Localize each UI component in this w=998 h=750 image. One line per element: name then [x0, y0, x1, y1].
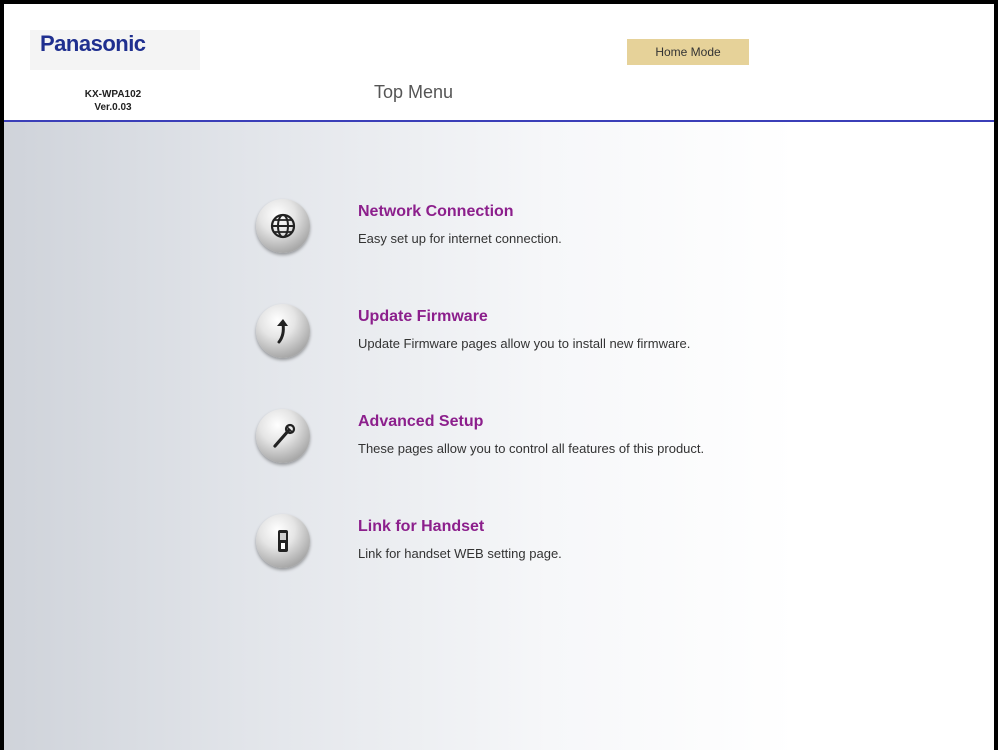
- link-for-handset-description: Link for handset WEB setting page.: [358, 546, 562, 561]
- update-firmware-description: Update Firmware pages allow you to insta…: [358, 336, 691, 351]
- header: Panasonic KX-WPA102 Ver.0.03 Home Mode T…: [4, 4, 994, 122]
- panasonic-logo: Panasonic: [30, 30, 200, 70]
- advanced-setup-description: These pages allow you to control all fea…: [358, 441, 705, 456]
- menu-item-advanced-setup[interactable]: Advanced Setup These pages allow you to …: [244, 409, 964, 479]
- model-info: KX-WPA102 Ver.0.03: [48, 88, 178, 114]
- network-connection-description: Easy set up for internet connection.: [358, 231, 562, 246]
- browser-frame: Panasonic KX-WPA102 Ver.0.03 Home Mode T…: [4, 4, 994, 750]
- arrow-up-icon[interactable]: [256, 304, 310, 358]
- menu-item-network-connection[interactable]: Network Connection Easy set up for inter…: [244, 199, 964, 269]
- update-firmware-link[interactable]: Update Firmware: [358, 308, 488, 326]
- network-connection-link[interactable]: Network Connection: [358, 203, 514, 221]
- wrench-icon[interactable]: [256, 409, 310, 463]
- advanced-setup-link[interactable]: Advanced Setup: [358, 413, 483, 431]
- model-name: KX-WPA102: [84, 89, 142, 100]
- firmware-version: Ver.0.03: [94, 102, 132, 113]
- menu-item-link-for-handset[interactable]: Link for Handset Link for handset WEB se…: [244, 514, 964, 584]
- menu-item-update-firmware[interactable]: Update Firmware Update Firmware pages al…: [244, 304, 964, 374]
- link-for-handset-link[interactable]: Link for Handset: [358, 518, 484, 536]
- main-content: Network Connection Easy set up for inter…: [4, 122, 994, 750]
- handset-icon[interactable]: [256, 514, 310, 568]
- page-title: Top Menu: [374, 82, 454, 102]
- home-mode-badge[interactable]: Home Mode: [627, 39, 749, 65]
- globe-icon[interactable]: [256, 199, 310, 253]
